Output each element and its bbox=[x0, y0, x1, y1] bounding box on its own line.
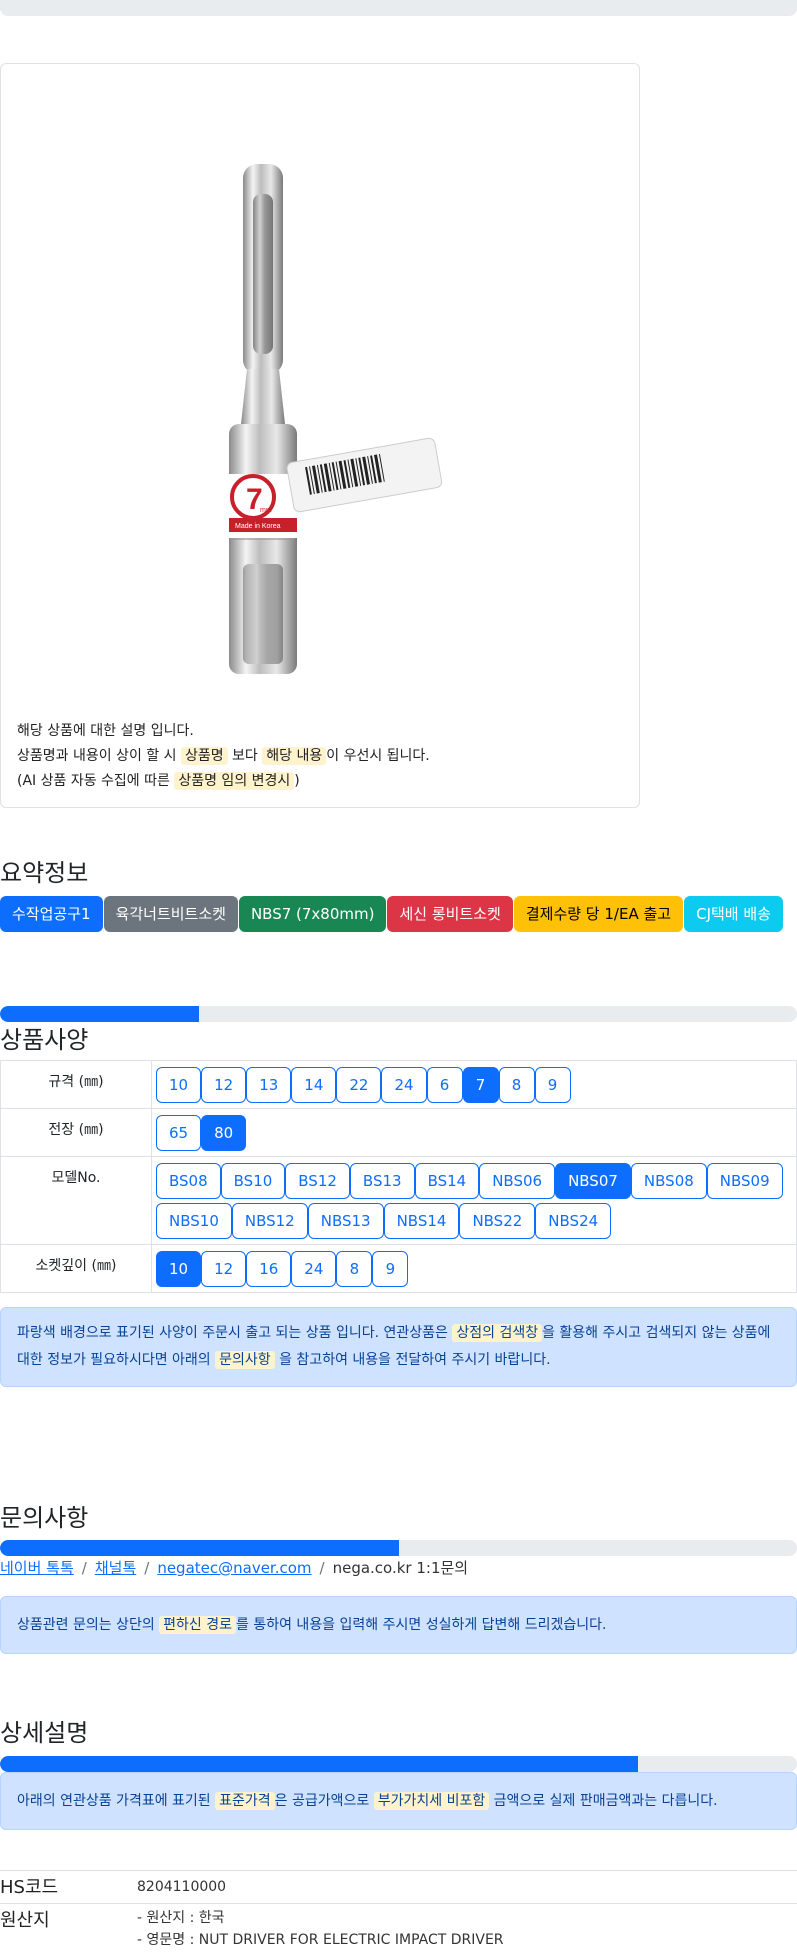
product-description: 해당 상품에 대한 설명 입니다. 상품명과 내용이 상이 할 시 상품명 보다… bbox=[17, 719, 430, 794]
product-card: 7 mm Made in Korea 해당 상품에 대한 설명 입니다. 상품명… bbox=[0, 63, 640, 808]
spec-options: 10 12 13 14 22 24 6 7 8 9 bbox=[151, 1060, 797, 1109]
detail-title: 상세설명 bbox=[0, 1719, 89, 1747]
summary-badge: 육각너트비트소켓 bbox=[103, 896, 238, 932]
detail-progress-fill bbox=[0, 1756, 638, 1772]
highlight-vat: 부가가치세 비포함 bbox=[373, 1792, 490, 1810]
spec-option-button[interactable]: 16 bbox=[246, 1251, 292, 1287]
spec-option-button[interactable]: NBS07 bbox=[555, 1163, 631, 1199]
spec-option-button[interactable]: BS08 bbox=[156, 1163, 221, 1199]
spec-options: 65 80 bbox=[151, 1108, 797, 1157]
highlight-product-name: 상품명 bbox=[180, 747, 228, 765]
spec-option-button[interactable]: NBS06 bbox=[479, 1163, 556, 1199]
summary-badge: 세신 롱비트소켓 bbox=[387, 896, 513, 932]
summary-badge: 수작업공구1 bbox=[0, 896, 103, 932]
inquiry-progress-bar bbox=[0, 1540, 797, 1556]
spec-option-button[interactable]: NBS13 bbox=[307, 1203, 384, 1239]
spec-option-button[interactable]: 22 bbox=[336, 1067, 382, 1103]
inquiry-notice: 상품관련 문의는 상단의 편하신 경로 를 통하여 내용을 입력해 주시면 성실하… bbox=[0, 1596, 797, 1654]
spec-option-button[interactable]: NBS22 bbox=[459, 1203, 536, 1239]
channel-talk-link[interactable]: 채널톡 bbox=[95, 1559, 136, 1577]
spec-table: 규격 (㎜) 10 12 13 14 22 24 6 7 8 9 전장 (㎜) 65 80 모델No. BS0… bbox=[0, 1060, 797, 1293]
spec-row: 모델No. BS08 BS10 BS12 BS13 BS14 NBS06 NBS07 NBS08… bbox=[0, 1156, 797, 1245]
highlight-route: 편하신 경로 bbox=[159, 1616, 237, 1634]
product-image: 7 mm Made in Korea bbox=[229, 164, 443, 674]
description-line-2: 상품명과 내용이 상이 할 시 상품명 보다 해당 내용 이 우선시 됩니다. bbox=[17, 747, 430, 765]
origin-row: 원산지 - 원산지 : 한국 - 영문명 : NUT DRIVER FOR EL… bbox=[0, 1903, 797, 1952]
summary-badge: CJ택배 배송 bbox=[684, 896, 783, 932]
svg-text:mm: mm bbox=[260, 507, 272, 514]
spec-option-button[interactable]: 9 bbox=[534, 1067, 571, 1103]
inquiry-progress-fill bbox=[0, 1540, 399, 1556]
summary-badges: 수작업공구1 육각너트비트소켓 NBS7 (7x80mm) 세신 롱비트소켓 결제수량 … bbox=[0, 896, 783, 932]
highlight-inquiry: 문의사항 bbox=[215, 1351, 275, 1369]
spec-option-button[interactable]: 65 bbox=[156, 1115, 202, 1151]
spec-option-button[interactable]: NBS14 bbox=[383, 1203, 460, 1239]
origin-value: - 원산지 : 한국 - 영문명 : NUT DRIVER FOR ELECTR… bbox=[137, 1910, 504, 1948]
spec-row: 소켓깊이 (㎜) 10 12 16 24 8 9 bbox=[0, 1244, 797, 1293]
spec-row: 전장 (㎜) 65 80 bbox=[0, 1108, 797, 1157]
spec-option-button[interactable]: BS12 bbox=[285, 1163, 350, 1199]
naver-talk-link[interactable]: 네이버 톡톡 bbox=[0, 1559, 74, 1577]
hs-code-label: HS코드 bbox=[0, 1877, 59, 1898]
inquiry-links: 네이버 톡톡 / 채널톡 / negatec@naver.com / nega.co.kr … bbox=[0, 1559, 469, 1577]
highlight-standard-price: 표준가격 bbox=[215, 1792, 275, 1810]
spec-option-button[interactable]: 8 bbox=[336, 1251, 373, 1287]
highlight-name-change: 상품명 임의 변경시 bbox=[174, 772, 295, 790]
summary-badge: NBS7 (7x80mm) bbox=[238, 896, 387, 932]
inquiry-title: 문의사항 bbox=[0, 1504, 89, 1532]
spec-notice: 파랑색 배경으로 표기된 사양이 주문시 출고 되는 상품 입니다. 연관상품은… bbox=[0, 1307, 797, 1387]
origin-label: 원산지 bbox=[0, 1910, 50, 1931]
spec-label: 모델No. bbox=[0, 1156, 152, 1245]
spec-option-button[interactable]: 10 bbox=[156, 1251, 202, 1287]
spec-option-button[interactable]: BS13 bbox=[349, 1163, 415, 1199]
spec-option-button[interactable]: 12 bbox=[201, 1251, 247, 1287]
price-notice: 아래의 연관상품 가격표에 표기된 표준가격 은 공급가액으로 부가가치세 비포함… bbox=[0, 1772, 797, 1830]
site-inquiry-text: nega.co.kr 1:1문의 bbox=[332, 1559, 469, 1577]
spec-option-button[interactable]: BS10 bbox=[220, 1163, 286, 1199]
hs-code-row: HS코드 8204110000 bbox=[0, 1870, 797, 1903]
spec-option-button[interactable]: 12 bbox=[201, 1067, 247, 1103]
description-line-1: 해당 상품에 대한 설명 입니다. bbox=[17, 723, 194, 739]
email-link[interactable]: negatec@naver.com bbox=[157, 1559, 311, 1577]
spec-row: 규격 (㎜) 10 12 13 14 22 24 6 7 8 9 bbox=[0, 1060, 797, 1109]
spec-options: 10 12 16 24 8 9 bbox=[151, 1244, 797, 1293]
spec-option-button[interactable]: 24 bbox=[291, 1251, 337, 1287]
spec-option-button[interactable]: 14 bbox=[291, 1067, 337, 1103]
spec-options: BS08 BS10 BS12 BS13 BS14 NBS06 NBS07 NBS08 NBS09… bbox=[151, 1156, 797, 1245]
spec-option-button[interactable]: NBS08 bbox=[630, 1163, 707, 1199]
specs-progress-bar bbox=[0, 1006, 797, 1022]
spec-option-button[interactable]: 80 bbox=[201, 1115, 247, 1151]
description-line-3: (AI 상품 자동 수집에 따른 상품명 임의 변경시) bbox=[17, 772, 300, 790]
spec-option-button[interactable]: NBS09 bbox=[706, 1163, 783, 1199]
summary-badge: 결제수량 당 1/EA 출고 bbox=[513, 896, 684, 932]
highlight-search: 상점의 검색창 bbox=[452, 1324, 543, 1342]
highlight-content: 해당 내용 bbox=[262, 747, 327, 765]
spec-option-button[interactable]: 6 bbox=[426, 1067, 463, 1103]
spec-option-button[interactable]: BS14 bbox=[414, 1163, 480, 1199]
spec-label: 규격 (㎜) bbox=[0, 1060, 152, 1109]
summary-title: 요약정보 bbox=[0, 859, 89, 887]
spec-option-button[interactable]: NBS10 bbox=[156, 1203, 232, 1239]
spec-option-button[interactable]: 9 bbox=[372, 1251, 409, 1287]
spec-option-button[interactable]: 13 bbox=[246, 1067, 292, 1103]
hs-code-value: 8204110000 bbox=[137, 1879, 227, 1895]
spec-option-button[interactable]: 24 bbox=[381, 1067, 427, 1103]
spec-option-button[interactable]: NBS12 bbox=[231, 1203, 308, 1239]
detail-progress-bar bbox=[0, 1756, 797, 1772]
top-progress-bar bbox=[0, 0, 797, 16]
spec-option-button[interactable]: 7 bbox=[462, 1067, 499, 1103]
spec-option-button[interactable]: 10 bbox=[156, 1067, 202, 1103]
spec-label: 소켓깊이 (㎜) bbox=[0, 1244, 152, 1293]
specs-title: 상품사양 bbox=[0, 1026, 89, 1054]
svg-text:Made in Korea: Made in Korea bbox=[235, 523, 281, 530]
spec-option-button[interactable]: NBS24 bbox=[535, 1203, 612, 1239]
spec-option-button[interactable]: 8 bbox=[498, 1067, 535, 1103]
spec-label: 전장 (㎜) bbox=[0, 1108, 152, 1157]
